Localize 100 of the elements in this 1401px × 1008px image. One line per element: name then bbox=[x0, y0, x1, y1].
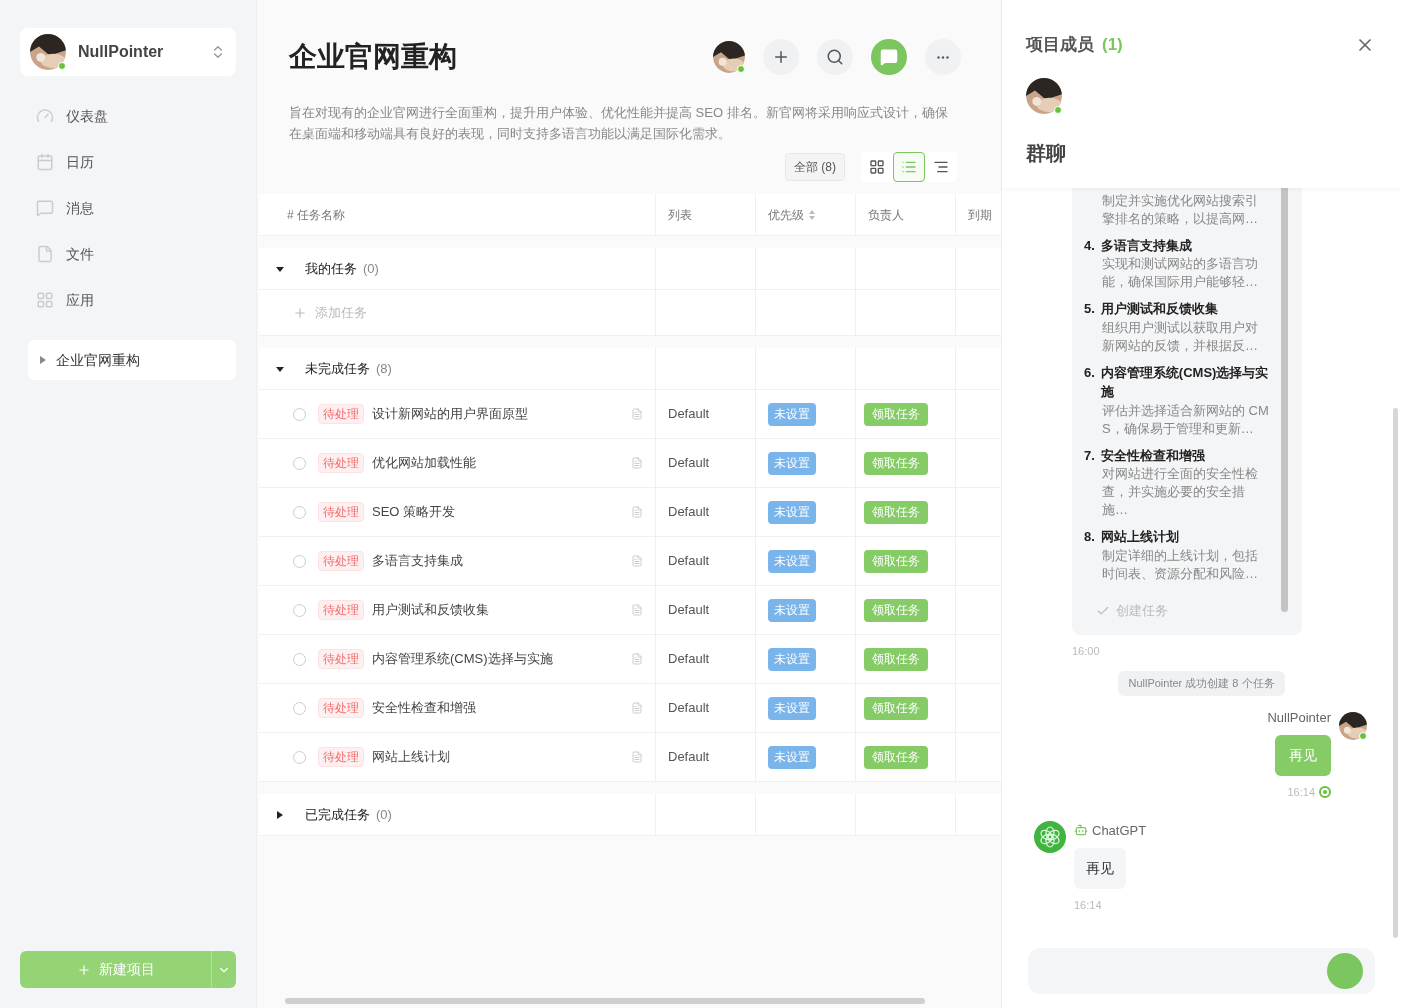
task-name: 用户测试和反馈收集 bbox=[372, 601, 490, 620]
chat-icon bbox=[36, 199, 54, 217]
message-input[interactable] bbox=[1028, 948, 1375, 994]
item-number: 4. bbox=[1084, 236, 1095, 255]
claim-task-button[interactable]: 领取任务 bbox=[864, 451, 928, 475]
list-cell-text: Default bbox=[668, 601, 710, 620]
column-header: # 任务名称 bbox=[287, 206, 345, 224]
item-number: 5. bbox=[1084, 300, 1095, 318]
document-icon bbox=[631, 457, 643, 469]
item-description: 制定详细的上线计划，包括时间表、资源分配和风险… bbox=[1101, 546, 1259, 583]
task-name: 网站上线计划 bbox=[372, 748, 451, 767]
item-title: 用户测试和反馈收集 bbox=[1100, 300, 1218, 318]
claim-task-button[interactable]: 领取任务 bbox=[864, 402, 928, 426]
priority-tag[interactable]: 未设置 bbox=[768, 402, 816, 426]
column-header: 到期 bbox=[968, 206, 992, 224]
item-number: 6. bbox=[1084, 363, 1095, 382]
item-description: 评估并选择适合新网站的 CMS，确保易于管理和更新… bbox=[1101, 401, 1270, 438]
document-icon bbox=[631, 555, 643, 567]
priority-tag[interactable]: 未设置 bbox=[768, 500, 816, 524]
chat-title: 群聊 bbox=[1026, 140, 1067, 166]
list-cell-text: Default bbox=[668, 405, 710, 424]
task-name: 多语言支持集成 bbox=[372, 552, 464, 571]
nav-item[interactable]: 文件 bbox=[36, 242, 236, 266]
priority-tag[interactable]: 未设置 bbox=[768, 745, 816, 769]
status-tag: 待处理 bbox=[318, 502, 364, 522]
task-name: 安全性检查和增强 bbox=[372, 699, 477, 718]
document-icon bbox=[631, 653, 643, 665]
item-title: 多语言支持集成 bbox=[1100, 236, 1192, 255]
list-cell-text: Default bbox=[668, 454, 710, 473]
status-tag: 待处理 bbox=[318, 698, 364, 718]
item-description: 制定并实施优化网站搜索引擎排名的策略，以提高网… bbox=[1101, 191, 1259, 228]
task-name: SEO 策略开发 bbox=[372, 503, 457, 522]
priority-tag[interactable]: 未设置 bbox=[768, 451, 816, 475]
list-cell-text: Default bbox=[668, 552, 710, 571]
message-time: 16:14 bbox=[1074, 898, 1102, 913]
message-time: 16:14 bbox=[1287, 785, 1315, 800]
filter-button[interactable]: 全部 (8) bbox=[785, 153, 845, 181]
status-tag: 待处理 bbox=[318, 649, 364, 669]
sort-icon[interactable] bbox=[808, 208, 816, 221]
search-button[interactable] bbox=[817, 39, 853, 75]
item-description: 实现和测试网站的多语言功能，确保国际用户能够轻… bbox=[1101, 255, 1259, 291]
list-cell-text: Default bbox=[668, 503, 710, 522]
item-number: 7. bbox=[1084, 446, 1095, 465]
list-icon bbox=[901, 159, 917, 175]
nav-item[interactable]: 应用 bbox=[36, 288, 236, 312]
priority-tag[interactable]: 未设置 bbox=[768, 549, 816, 573]
user-name: NullPointer bbox=[78, 42, 165, 62]
priority-tag[interactable]: 未设置 bbox=[768, 696, 816, 720]
dropdown-button[interactable] bbox=[211, 951, 236, 988]
claim-task-button[interactable]: 领取任务 bbox=[864, 647, 928, 671]
task-name: 内容管理系统(CMS)选择与实施 bbox=[372, 650, 554, 669]
nav-item[interactable]: 消息 bbox=[36, 196, 236, 220]
section-count: (0) bbox=[363, 259, 379, 278]
project-item[interactable]: 企业官网重构 bbox=[28, 340, 236, 380]
list-cell-text: Default bbox=[668, 748, 710, 767]
claim-task-button[interactable]: 领取任务 bbox=[864, 745, 928, 769]
nav-item[interactable]: 仪表盘 bbox=[36, 104, 236, 128]
user-switcher[interactable]: NullPointer bbox=[20, 28, 236, 76]
members-count: (1) bbox=[1102, 34, 1123, 56]
grid-icon bbox=[36, 291, 54, 309]
chat-icon bbox=[880, 48, 898, 66]
nav-item[interactable]: 日历 bbox=[36, 150, 236, 174]
outline-icon bbox=[933, 159, 949, 175]
claim-task-button[interactable]: 领取任务 bbox=[864, 696, 928, 720]
chat-button[interactable] bbox=[871, 39, 907, 75]
more-button[interactable] bbox=[925, 39, 961, 75]
author-name: NullPointer bbox=[1267, 708, 1331, 727]
status-tag: 待处理 bbox=[318, 404, 364, 424]
status-tag: 待处理 bbox=[318, 600, 364, 620]
file-icon bbox=[36, 245, 54, 263]
send-button[interactable] bbox=[1327, 953, 1363, 989]
section-title: 已完成任务 bbox=[305, 805, 370, 824]
priority-tag[interactable]: 未设置 bbox=[768, 647, 816, 671]
claim-task-button[interactable]: 领取任务 bbox=[864, 549, 928, 573]
plus-icon bbox=[772, 48, 790, 66]
priority-tag[interactable]: 未设置 bbox=[768, 598, 816, 622]
status-tag: 待处理 bbox=[318, 453, 364, 473]
claim-task-button[interactable]: 领取任务 bbox=[864, 500, 928, 524]
add-task-button[interactable]: 添加任务 bbox=[293, 302, 367, 323]
message-time: 16:00 bbox=[1072, 643, 1101, 659]
project-description: 旨在对现有的企业官网进行全面重构，提升用户体验、优化性能并提高 SEO 排名。新官网将采用响应式设计，确保在桌面端和移动端具有良好的表现，同时支持多语言功能以满足国际化需求。 bbox=[289, 104, 949, 143]
vertical-scrollbar[interactable] bbox=[1393, 407, 1398, 938]
system-message: NullPointer 成功创建 8 个任务 bbox=[1118, 671, 1285, 696]
grid-icon bbox=[869, 159, 885, 175]
status-tag: 待处理 bbox=[318, 747, 364, 767]
item-description: 组织用户测试以获取用户对新网站的反馈，并根据反… bbox=[1101, 318, 1259, 355]
card-scrollbar[interactable] bbox=[1281, 187, 1288, 612]
caret-icon[interactable] bbox=[275, 809, 285, 820]
search-icon bbox=[826, 48, 844, 66]
author-name: ChatGPT bbox=[1092, 821, 1147, 840]
claim-task-button[interactable]: 领取任务 bbox=[864, 598, 928, 622]
list-cell-text: Default bbox=[668, 699, 710, 718]
create-task-button[interactable]: 创建任务 bbox=[1084, 594, 1180, 627]
gauge-icon bbox=[36, 107, 54, 125]
plus-icon bbox=[293, 305, 307, 320]
new-project-button[interactable]: 新建项目 bbox=[20, 951, 211, 988]
bot-avatar-icon bbox=[1034, 820, 1066, 853]
add-button[interactable] bbox=[763, 39, 799, 75]
item-description: 对网站进行全面的安全性检查，并实施必要的安全措施… bbox=[1101, 465, 1259, 519]
horizontal-scrollbar[interactable] bbox=[285, 998, 925, 1004]
